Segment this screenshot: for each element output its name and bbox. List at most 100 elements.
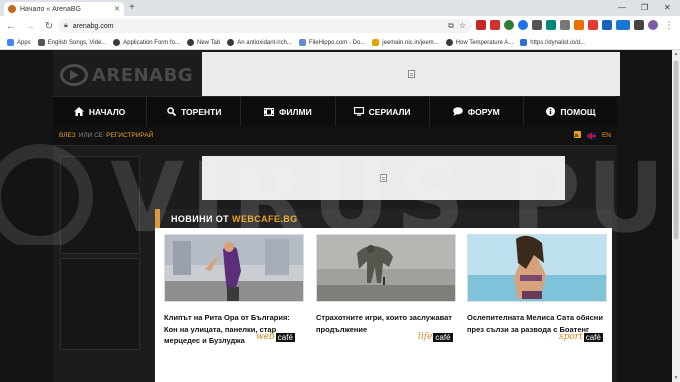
extension-icon[interactable] [588, 20, 598, 30]
login-link[interactable]: ВЛЕЗ [59, 132, 76, 139]
ad-banner-top[interactable] [202, 52, 620, 96]
arena-logo-icon [60, 64, 88, 86]
bookmark-icon [37, 39, 45, 46]
news-thumbnail[interactable] [316, 234, 456, 302]
lock-icon[interactable]: 🔒︎ [64, 22, 68, 30]
bookmark-item[interactable]: Apps [7, 39, 31, 46]
sportcafe-logo[interactable]: sport café [559, 332, 603, 342]
scrollbar-thumb[interactable] [673, 60, 679, 240]
bookmark-item[interactable]: https://dynalist.io/d... [520, 39, 585, 46]
bookmark-icon [520, 39, 528, 46]
news-panel-heading: НОВИНИ ОТ WEBCAFE.BG [155, 209, 612, 228]
bookmark-item[interactable]: English Songs, Vide... [37, 39, 106, 46]
browser-toolbar: ← → ↻ 🔒︎ arenabg.com ⧉ ☆ ⋮ [0, 16, 680, 36]
rss-icon[interactable] [573, 131, 581, 140]
news-card[interactable]: Страхотните игри, които заслужават продъ… [316, 234, 456, 335]
register-link[interactable]: РЕГИСТРИРАЙ [106, 132, 153, 139]
page-scrollbar[interactable]: ▲ ▼ [672, 50, 680, 382]
bookmark-item[interactable]: Application Form fo... [113, 39, 180, 46]
chat-icon [453, 107, 463, 116]
scroll-down-icon[interactable]: ▼ [672, 375, 680, 381]
extension-icon[interactable] [476, 20, 486, 30]
monitor-icon [353, 107, 364, 116]
bookmark-item[interactable]: jeemain.nic.in/jeem... [372, 39, 439, 46]
bookmark-item[interactable]: An antioxidant-rich... [227, 39, 292, 46]
page-margin-left [0, 50, 53, 382]
news-card[interactable]: Клипът на Рита Ора от България: Кон на у… [164, 234, 304, 347]
extension-icon[interactable] [490, 20, 500, 30]
site-logo[interactable]: ARENABG [60, 60, 198, 90]
maximize-icon[interactable]: ❐ [641, 2, 648, 14]
bookmark-item[interactable]: How Temperature A... [445, 39, 513, 46]
web-page: ARENABG НАЧАЛО ТОРЕНТИ ФИЛМИ СЕРИАЛИ ФОР… [0, 50, 680, 382]
bookmark-icon [298, 39, 306, 46]
tab-close-icon[interactable]: ✕ [114, 5, 120, 13]
bookmark-item[interactable]: FileHippo.com - Do... [298, 39, 365, 46]
nav-item-movies[interactable]: ФИЛМИ [241, 97, 336, 126]
extension-icon[interactable] [518, 20, 528, 30]
extension-icon[interactable] [560, 20, 570, 30]
browser-tab-strip: Начало « ArenaBG ✕ + — ❐ ✕ [0, 0, 680, 16]
extension-icon[interactable] [504, 20, 514, 30]
scroll-up-icon[interactable]: ▲ [672, 51, 680, 57]
bookmark-icon [113, 39, 121, 46]
nav-item-torrents[interactable]: ТОРЕНТИ [147, 97, 242, 126]
login-bar: ВЛЕЗ ИЛИ СЕ РЕГИСТРИРАЙ EN [53, 126, 617, 146]
language-switch[interactable]: EN [602, 132, 611, 139]
bookmark-icon [7, 39, 14, 46]
browser-tab[interactable]: Начало « ArenaBG ✕ [4, 2, 124, 16]
address-bar[interactable]: 🔒︎ arenabg.com ⧉ ☆ [58, 19, 472, 33]
extension-icon[interactable] [616, 20, 630, 30]
extension-icon[interactable] [546, 20, 556, 30]
minimize-icon[interactable]: — [618, 2, 626, 14]
bookmark-star-icon[interactable]: ☆ [459, 21, 466, 31]
bookmark-icon [227, 39, 235, 46]
search-icon [166, 107, 176, 116]
extension-icon[interactable] [532, 20, 542, 30]
broken-image-icon [380, 174, 387, 182]
bookmark-item[interactable]: New Tab [186, 39, 220, 46]
bookmark-icon [186, 39, 194, 46]
film-icon [264, 107, 275, 116]
bookmark-icon [372, 39, 380, 46]
browser-menu-icon[interactable]: ⋮ [664, 20, 674, 30]
news-thumbnail[interactable] [164, 234, 304, 302]
url-text: arenabg.com [72, 22, 114, 30]
extensions-puzzle-icon[interactable] [634, 20, 644, 30]
news-heading-brand[interactable]: WEBCAFE.BG [232, 214, 298, 224]
nav-item-home[interactable]: НАЧАЛО [53, 97, 148, 126]
broken-image-icon [407, 70, 415, 78]
site-favicon-icon [8, 5, 16, 13]
tab-title: Начало « ArenaBG [20, 5, 81, 13]
nav-item-help[interactable]: ПОМОЩ [524, 97, 617, 126]
login-or-text: ИЛИ СЕ [78, 132, 104, 139]
news-heading-prefix: НОВИНИ ОТ [171, 213, 230, 224]
back-icon[interactable]: ← [3, 21, 19, 32]
info-icon [545, 107, 555, 116]
sidebar-widget [60, 258, 140, 350]
bookmarks-bar: Apps English Songs, Vide... Application … [0, 36, 680, 50]
close-window-icon[interactable]: ✕ [664, 2, 671, 14]
news-panel: НОВИНИ ОТ WEBCAFE.BG Клипът на Рита Ора … [155, 209, 612, 382]
news-card[interactable]: Ослепителната Мелиса Сата обясни през съ… [467, 234, 607, 335]
ad-banner-middle[interactable] [202, 156, 565, 200]
reload-icon[interactable]: ↻ [41, 21, 57, 32]
profile-avatar[interactable] [648, 20, 658, 30]
page-margin-right [617, 50, 672, 382]
logo-text: ARENABG [92, 64, 194, 86]
home-icon [73, 107, 84, 116]
extension-icon[interactable] [574, 20, 584, 30]
uk-flag-icon[interactable] [586, 132, 596, 139]
sidebar-widget [60, 156, 140, 254]
extension-icon[interactable] [602, 20, 612, 30]
translate-icon[interactable]: ⧉ [448, 21, 454, 31]
new-tab-icon[interactable]: + [129, 2, 135, 14]
nav-item-forum[interactable]: ФОРУМ [430, 97, 524, 126]
lifecafe-logo[interactable]: life café [418, 332, 453, 342]
forward-icon[interactable]: → [22, 21, 38, 32]
bookmark-icon [445, 39, 453, 46]
main-nav: НАЧАЛО ТОРЕНТИ ФИЛМИ СЕРИАЛИ ФОРУМ ПОМОЩ [53, 96, 617, 126]
webcafe-logo[interactable]: web café [256, 332, 295, 342]
news-thumbnail[interactable] [467, 234, 607, 302]
nav-item-series[interactable]: СЕРИАЛИ [336, 97, 430, 126]
